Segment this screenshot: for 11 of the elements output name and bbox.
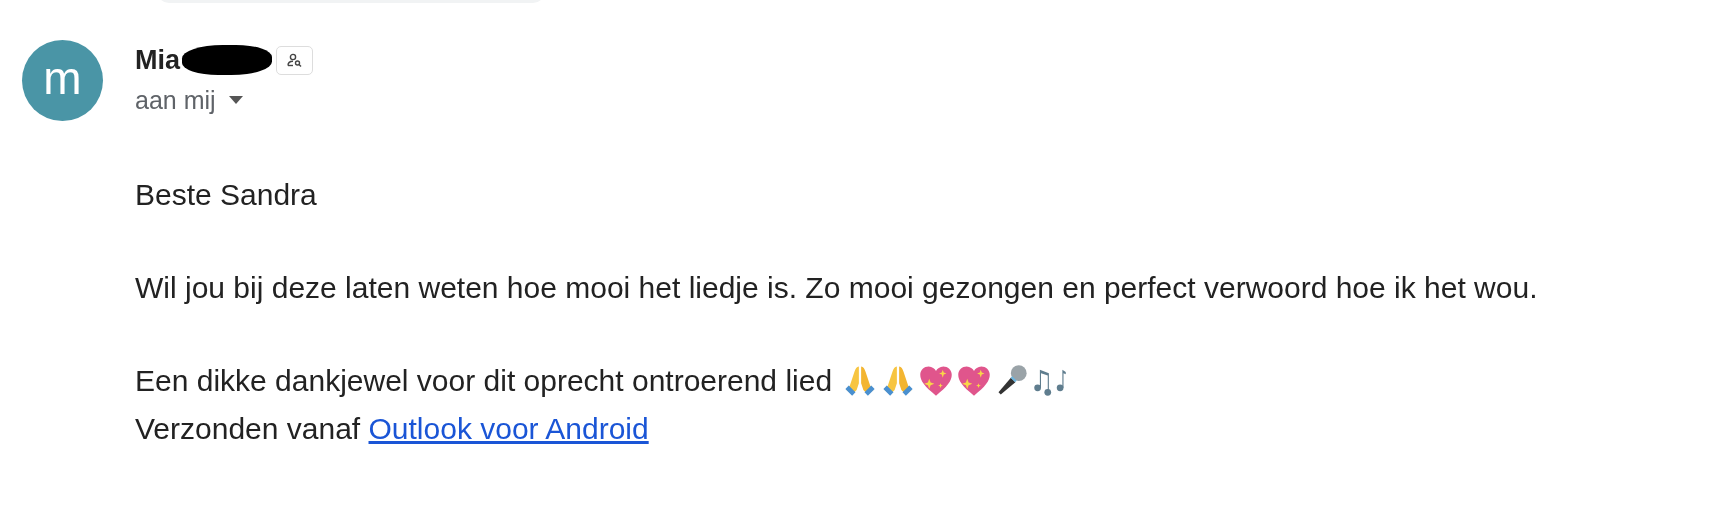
sender-name: Mia xyxy=(135,44,180,76)
caret-icon[interactable] xyxy=(227,95,244,105)
outlook-link[interactable]: Outlook voor Android xyxy=(368,412,649,445)
thanks-text: Een dikke dankjewel voor dit oprecht ontroerend lied xyxy=(135,363,833,399)
person-search-icon xyxy=(285,53,304,67)
contact-details-button[interactable] xyxy=(276,45,313,75)
recipient-label: aan mij xyxy=(135,85,216,115)
greeting-text: Beste Sandra xyxy=(135,177,318,213)
signature-text: Verzonden vanaf Outlook voor Android xyxy=(135,411,650,447)
message-text: Wil jou bij deze laten weten hoe mooi het liedje is. Zo mooi gezongen en perfect verwoord hoe ik het wou. xyxy=(135,270,1539,306)
avatar[interactable]: m xyxy=(22,40,103,121)
